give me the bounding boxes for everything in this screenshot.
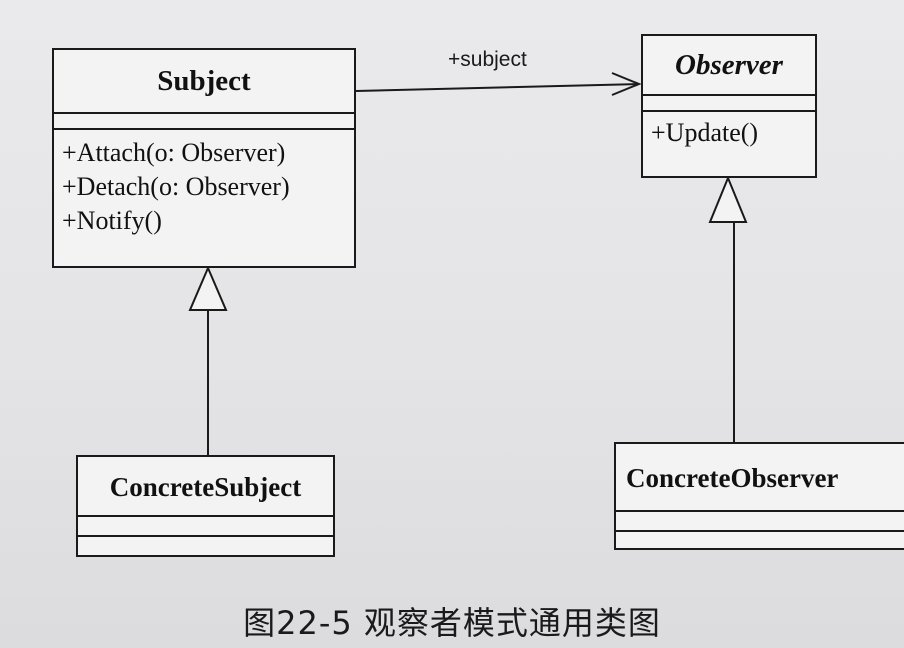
association-line [355,83,640,92]
observer-class: Observer +Update() [641,34,817,178]
subject-operation-detach: +Detach(o: Observer) [62,172,290,201]
observer-inheritance-triangle [708,175,748,223]
subject-operation-notify: +Notify() [62,206,162,235]
concrete-subject-attributes-compartment [78,517,333,537]
subject-operations-compartment: +Attach(o: Observer) +Detach(o: Observer… [54,130,354,238]
subject-inheritance-triangle [188,265,228,311]
figure-caption: 图22-5 观察者模式通用类图 [243,604,661,642]
concrete-observer-class-name: ConcreteObserver [616,444,904,512]
concrete-subject-class-name: ConcreteSubject [78,457,333,517]
concrete-observer-attributes-compartment [616,512,904,532]
subject-class-name: Subject [54,50,354,114]
observer-attributes-compartment [643,96,815,112]
concrete-subject-class: ConcreteSubject [76,455,335,557]
observer-class-name: Observer [643,36,815,96]
observer-operation-update: +Update() [651,118,759,147]
concrete-observer-class: ConcreteObserver [614,442,904,550]
subject-class: Subject +Attach(o: Observer) +Detach(o: … [52,48,356,268]
association-label: +subject [448,48,527,71]
observer-operations-compartment: +Update() [643,112,815,150]
subject-attributes-compartment [54,114,354,130]
subject-operation-attach: +Attach(o: Observer) [62,138,286,167]
page-background: +subject Subject +Attach(o: Observer) +D… [0,0,904,648]
